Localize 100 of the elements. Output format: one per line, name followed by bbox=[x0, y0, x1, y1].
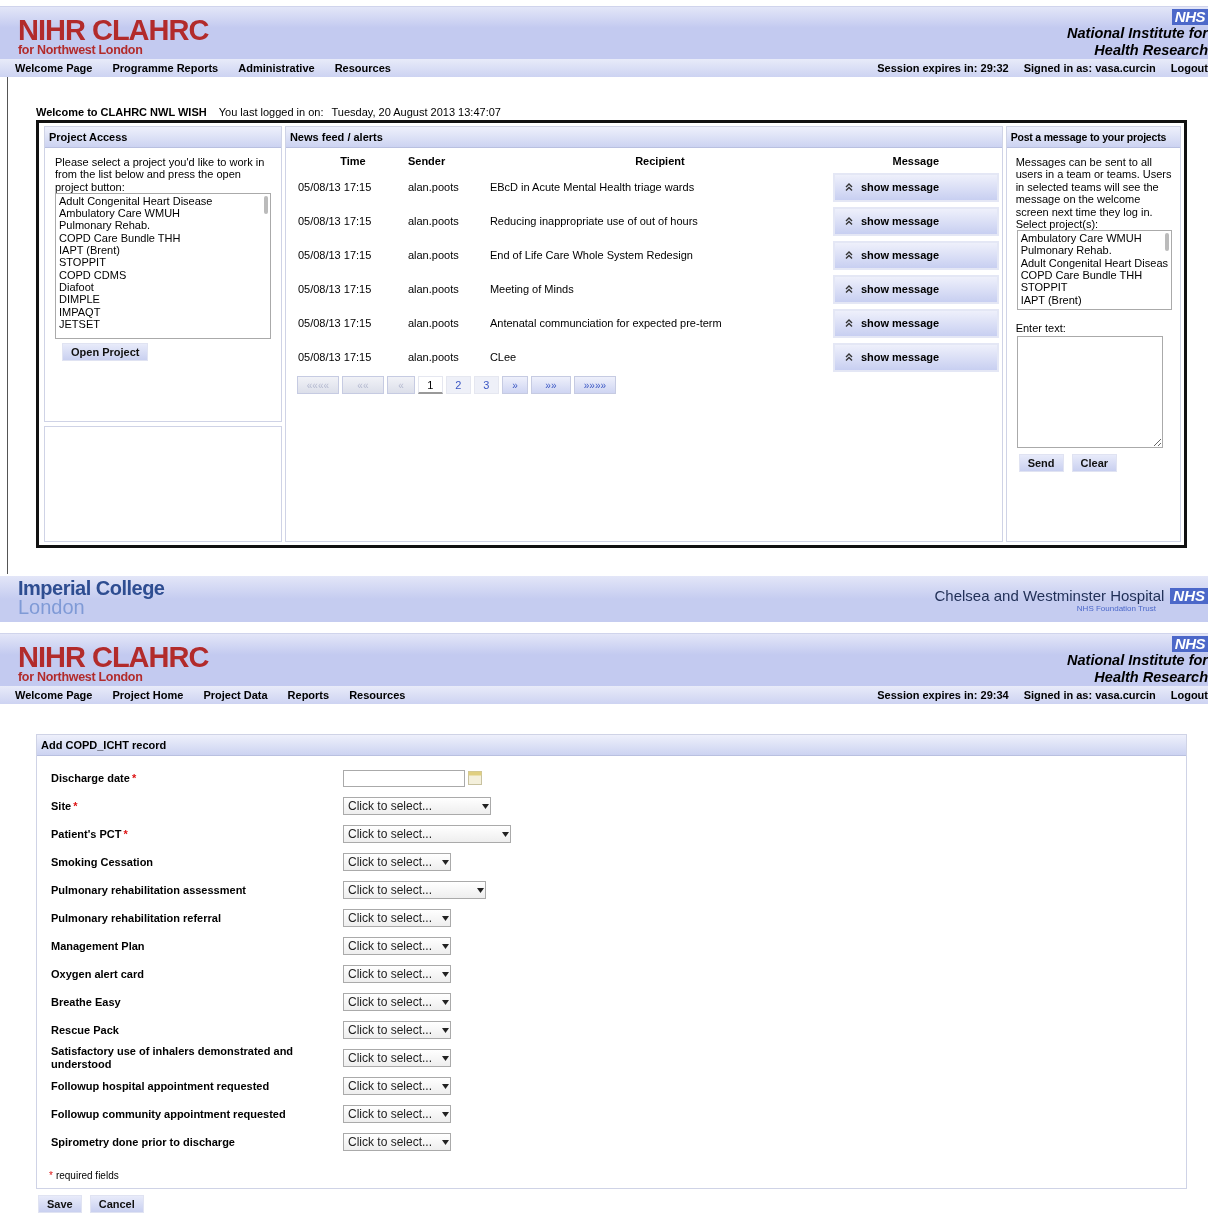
time-cell: 05/08/13 17:15 bbox=[293, 170, 408, 204]
field-label: Satisfactory use of inhalers demonstrated and understood bbox=[51, 1045, 295, 1071]
calendar-icon[interactable] bbox=[468, 771, 482, 785]
dropdown-caret-icon bbox=[442, 971, 449, 977]
form-button[interactable]: Save bbox=[38, 1195, 82, 1213]
scrollbar-thumb bbox=[1165, 233, 1169, 252]
show-message-button[interactable]: show message bbox=[832, 274, 999, 304]
form-button[interactable]: Send bbox=[1018, 454, 1064, 473]
dropdown-caret-icon bbox=[502, 831, 509, 837]
nav-link[interactable]: Project Home bbox=[112, 689, 184, 701]
nav-link[interactable]: Project Data bbox=[203, 689, 268, 701]
college-logo-text: Imperial College bbox=[18, 579, 165, 598]
field-label: Breathe Easy bbox=[51, 995, 122, 1009]
select-dropdown[interactable]: Click to select... bbox=[343, 965, 451, 983]
select-dropdown[interactable]: Click to select... bbox=[343, 881, 486, 899]
institute-name: National Institute for bbox=[1067, 652, 1208, 669]
column-header: Recipient bbox=[634, 154, 686, 169]
trust-name: NHS Foundation Trust bbox=[1076, 604, 1156, 613]
select-dropdown[interactable]: Click to select... bbox=[343, 937, 451, 955]
page-button[interactable]: 1 bbox=[417, 376, 443, 394]
project-option[interactable]: Diafoot bbox=[59, 280, 267, 294]
dropdown-caret-icon bbox=[442, 1111, 449, 1117]
enter-text-label: Enter text: bbox=[1015, 322, 1067, 335]
project-option[interactable]: IMPAQT bbox=[59, 305, 267, 318]
project-option[interactable]: DIMPLE bbox=[59, 293, 267, 306]
select-dropdown[interactable]: Click to select... bbox=[343, 993, 451, 1011]
site-title: NIHR CLAHRC bbox=[18, 16, 209, 44]
show-message-button[interactable]: show message bbox=[832, 308, 999, 338]
project-option[interactable]: STOPPIT bbox=[1020, 281, 1168, 294]
form-button[interactable]: Clear bbox=[1071, 454, 1118, 473]
project-option[interactable]: JETSET bbox=[59, 317, 267, 331]
nav-link[interactable]: Welcome Page bbox=[15, 689, 93, 701]
project-option[interactable]: IAPT (Brent) bbox=[59, 244, 267, 257]
nav-link[interactable]: Reports bbox=[287, 689, 330, 701]
select-dropdown[interactable]: Click to select... bbox=[343, 909, 451, 927]
project-option[interactable]: Ambulatory Care WMUH bbox=[1020, 232, 1168, 245]
double-chevron-up-icon bbox=[844, 319, 853, 327]
project-option[interactable]: COPD Care Bundle THH bbox=[1020, 268, 1168, 282]
show-message-button[interactable]: show message bbox=[832, 240, 999, 270]
sender-cell: alan.poots bbox=[407, 204, 490, 238]
project-list[interactable]: Adult Congenital Heart Disease Ambulatory Care WMUH Pulmonary Rehab. COPD Care Bundle THH IAPT (Brent) STOPPIT COPD CDMS Diafoot DIMPLE IMPAQT JETSET bbox=[55, 192, 271, 339]
select-dropdown[interactable]: Click to select... bbox=[343, 1105, 451, 1123]
time-cell: 05/08/13 17:15 bbox=[293, 340, 408, 374]
project-option[interactable]: Adult Congenital Heart Diseas bbox=[1020, 256, 1168, 269]
page-button[interactable]: 3 bbox=[473, 376, 499, 394]
nhs-logo: NHS bbox=[1170, 587, 1208, 604]
project-option[interactable]: IAPT (Brent) bbox=[1020, 293, 1168, 306]
logout-link[interactable]: Logout bbox=[1170, 689, 1208, 701]
pager-arrow-button[interactable]: »»»» bbox=[573, 376, 616, 394]
show-message-button[interactable]: show message bbox=[832, 172, 999, 202]
nav-link[interactable]: Administrative bbox=[238, 62, 315, 74]
select-dropdown[interactable]: Click to select... bbox=[343, 1077, 451, 1095]
dropdown-caret-icon bbox=[442, 1027, 449, 1033]
show-message-button[interactable]: show message bbox=[832, 206, 999, 236]
select-dropdown[interactable]: Click to select... bbox=[343, 1049, 451, 1067]
project-option[interactable]: Pulmonary Rehab. bbox=[1020, 244, 1168, 257]
project-option[interactable]: Pulmonary Rehab. bbox=[59, 219, 267, 232]
required-note: * required fields bbox=[48, 1170, 120, 1181]
time-cell: 05/08/13 17:15 bbox=[293, 204, 408, 238]
institute-name: Health Research bbox=[1094, 42, 1208, 59]
page-button[interactable]: 2 bbox=[445, 376, 471, 394]
select-dropdown[interactable]: Click to select... bbox=[343, 1021, 451, 1039]
recipient-cell-text: Reducing inappropriate use of out of hours bbox=[489, 214, 699, 229]
college-logo-text: London bbox=[18, 598, 85, 617]
nav-link[interactable]: Welcome Page bbox=[15, 62, 93, 74]
field-label: Management Plan bbox=[51, 939, 146, 953]
project-option[interactable]: Ambulatory Care WMUH bbox=[59, 207, 267, 220]
open-project-button[interactable]: Open Project bbox=[62, 342, 149, 361]
instructions-text: Please select a project you'd like to work in from the list below and press the open project button: bbox=[54, 155, 266, 193]
select-dropdown[interactable]: Click to select... bbox=[343, 853, 451, 871]
pager-arrow-button[interactable]: » bbox=[501, 376, 528, 394]
panel-title: Post a message to your projects bbox=[1006, 127, 1180, 148]
project-option[interactable]: COPD Care Bundle THH bbox=[59, 231, 267, 245]
dropdown-caret-icon bbox=[442, 859, 449, 865]
date-input-field[interactable] bbox=[343, 769, 465, 787]
select-dropdown[interactable]: Click to select... bbox=[343, 825, 511, 843]
field-label: Pulmonary rehabilitation referral bbox=[51, 911, 222, 925]
nhs-logo: NHS bbox=[1171, 636, 1208, 652]
nav-link[interactable]: Resources bbox=[349, 689, 406, 701]
select-dropdown[interactable]: Click to select... bbox=[343, 797, 491, 815]
project-multiselect[interactable]: Ambulatory Care WMUH Pulmonary Rehab. Adult Congenital Heart Diseas COPD Care Bundle THH STOPPIT IAPT (Brent) bbox=[1016, 230, 1172, 311]
time-cell: 05/08/13 17:15 bbox=[293, 306, 408, 340]
description-text: Messages can be sent to all users in a team or teams. Users in selected teams will see the message on the welcome screen next time they log in. bbox=[1014, 155, 1173, 219]
nav-link[interactable]: Resources bbox=[334, 62, 391, 74]
project-option[interactable]: STOPPIT bbox=[59, 256, 267, 269]
nav-link[interactable]: Programme Reports bbox=[112, 62, 219, 74]
recipient-cell-text: CLee bbox=[489, 350, 518, 365]
select-dropdown[interactable]: Click to select... bbox=[343, 1133, 451, 1151]
message-textarea[interactable] bbox=[1016, 336, 1163, 449]
sender-cell: alan.poots bbox=[407, 238, 490, 272]
project-option[interactable]: COPD CDMS bbox=[59, 268, 267, 281]
dropdown-caret-icon bbox=[442, 1139, 449, 1145]
show-message-button[interactable]: show message bbox=[832, 342, 999, 372]
project-option[interactable]: Adult Congenital Heart Disease bbox=[59, 194, 267, 208]
form-button[interactable]: Cancel bbox=[89, 1195, 144, 1213]
double-chevron-up-icon bbox=[844, 251, 853, 259]
column-header: Time bbox=[293, 152, 408, 170]
logout-link[interactable]: Logout bbox=[1170, 62, 1208, 74]
pager-arrow-button[interactable]: »» bbox=[530, 376, 571, 394]
panel-title: Project Access bbox=[45, 127, 281, 148]
